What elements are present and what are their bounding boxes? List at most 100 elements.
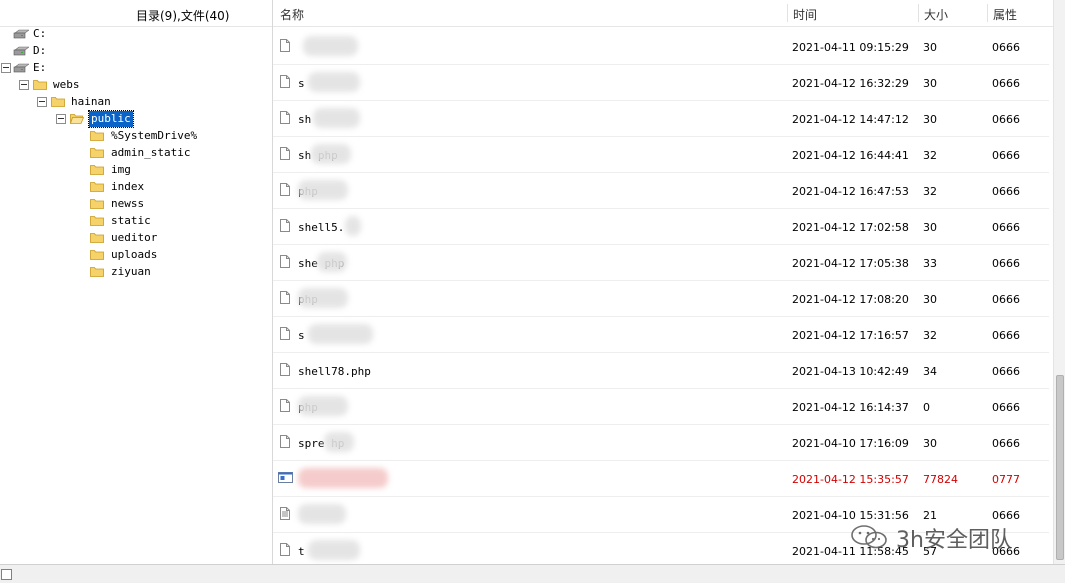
tree-header: 目录(9),文件(40) bbox=[0, 0, 272, 27]
tree-node-label: hainan bbox=[71, 95, 111, 108]
column-header-size[interactable]: 大小 bbox=[924, 6, 948, 23]
redaction-blur bbox=[303, 36, 358, 56]
file-row[interactable]: spre hp 2021-04-10 17:16:09 30 0666 bbox=[273, 424, 1049, 461]
file-size: 0 bbox=[923, 401, 930, 414]
tree-node-newss[interactable]: newss bbox=[90, 196, 200, 212]
tree-node-label: %SystemDrive% bbox=[111, 129, 198, 142]
folder-icon bbox=[90, 267, 104, 277]
collapse-toggle-icon[interactable] bbox=[19, 80, 29, 90]
file-list-pane[interactable]: 名称 时间 大小 属性 2021-04-11 09:15:29 30 0666 … bbox=[273, 0, 1065, 569]
column-divider[interactable] bbox=[787, 4, 788, 22]
tree-node-admin-static[interactable]: admin_static bbox=[90, 145, 200, 161]
file-time: 2021-04-10 17:16:09 bbox=[792, 437, 909, 450]
tree-node-drive-e[interactable]: E: bbox=[0, 60, 70, 76]
file-icon bbox=[280, 39, 290, 52]
file-icon bbox=[280, 147, 290, 160]
file-row[interactable]: php 2021-04-12 16:47:53 32 0666 bbox=[273, 172, 1049, 209]
file-attr: 0666 bbox=[992, 509, 1020, 522]
file-attr: 0666 bbox=[992, 41, 1020, 54]
redaction-blur bbox=[308, 540, 360, 560]
status-indicator-box bbox=[1, 569, 12, 580]
file-row[interactable]: shell78.php 2021-04-13 10:42:49 34 0666 bbox=[273, 352, 1049, 389]
file-size: 30 bbox=[923, 221, 937, 234]
file-time: 2021-04-13 10:42:49 bbox=[792, 365, 909, 378]
redaction-blur bbox=[345, 216, 361, 236]
file-row[interactable]: 2021-04-11 09:15:29 30 0666 bbox=[273, 28, 1049, 65]
file-icon bbox=[280, 219, 290, 232]
collapse-toggle-icon[interactable] bbox=[56, 114, 66, 124]
column-header-name[interactable]: 名称 bbox=[280, 6, 304, 23]
file-name: shell5. bbox=[298, 221, 345, 234]
tree-node-ueditor[interactable]: ueditor bbox=[90, 230, 200, 246]
folder-icon bbox=[90, 165, 104, 175]
tree-node-hainan[interactable]: hainan bbox=[36, 94, 126, 110]
tree-node-drive-c[interactable]: C: bbox=[13, 26, 73, 42]
vertical-scrollbar[interactable] bbox=[1053, 0, 1065, 564]
file-icon bbox=[280, 111, 290, 124]
file-attr: 0666 bbox=[992, 77, 1020, 90]
file-name: s bbox=[298, 77, 305, 90]
redaction-blur bbox=[308, 72, 360, 92]
tree-node-label: webs bbox=[53, 78, 80, 91]
directory-tree-pane[interactable]: 目录(9),文件(40) C: D: E: webs hainan public… bbox=[0, 0, 273, 564]
file-time: 2021-04-12 15:35:57 bbox=[792, 473, 909, 486]
file-time: 2021-04-12 17:02:58 bbox=[792, 221, 909, 234]
drive-icon bbox=[13, 63, 29, 73]
redaction-blur bbox=[298, 180, 348, 200]
file-icon bbox=[280, 183, 290, 196]
file-size: 32 bbox=[923, 329, 937, 342]
text-file-icon bbox=[280, 507, 290, 520]
tree-node-index[interactable]: index bbox=[90, 179, 200, 195]
file-size: 33 bbox=[923, 257, 937, 270]
file-row[interactable]: sh php 2021-04-12 16:44:41 32 0666 bbox=[273, 136, 1049, 173]
file-attr: 0666 bbox=[992, 185, 1020, 198]
file-row[interactable]: sh 2021-04-12 14:47:12 30 0666 bbox=[273, 100, 1049, 137]
column-divider[interactable] bbox=[918, 4, 919, 22]
redaction-blur bbox=[317, 252, 347, 272]
file-row[interactable]: php 2021-04-12 16:14:37 0 0666 bbox=[273, 388, 1049, 425]
file-row[interactable]: php 2021-04-12 17:08:20 30 0666 bbox=[273, 280, 1049, 317]
tree-node-drive-d[interactable]: D: bbox=[13, 43, 73, 59]
folder-icon bbox=[90, 250, 104, 260]
file-time: 2021-04-12 14:47:12 bbox=[792, 113, 909, 126]
tree-node-label: static bbox=[111, 214, 151, 227]
file-icon bbox=[280, 435, 290, 448]
file-list-header: 名称 时间 大小 属性 bbox=[273, 0, 1065, 27]
collapse-toggle-icon[interactable] bbox=[37, 97, 47, 107]
file-icon bbox=[280, 363, 290, 376]
tree-node-label: ueditor bbox=[111, 231, 158, 244]
file-row[interactable]: s 2021-04-12 17:16:57 32 0666 bbox=[273, 316, 1049, 353]
collapse-toggle-icon[interactable] bbox=[1, 63, 11, 73]
tree-node-systemdrive[interactable]: %SystemDrive% bbox=[90, 128, 200, 144]
file-row[interactable]: she php 2021-04-12 17:05:38 33 0666 bbox=[273, 244, 1049, 281]
folder-icon bbox=[90, 199, 104, 209]
file-row-highlighted[interactable]: 2021-04-12 15:35:57 77824 0777 bbox=[273, 460, 1049, 497]
tree-node-static[interactable]: static bbox=[90, 213, 200, 229]
redaction-blur bbox=[298, 468, 388, 488]
tree-node-ziyuan[interactable]: ziyuan bbox=[90, 264, 200, 280]
tree-node-uploads[interactable]: uploads bbox=[90, 247, 200, 263]
open-folder-icon bbox=[70, 114, 84, 124]
file-icon bbox=[280, 327, 290, 340]
tree-node-public[interactable]: public bbox=[55, 110, 145, 128]
file-attr: 0666 bbox=[992, 365, 1020, 378]
scrollbar-thumb[interactable] bbox=[1056, 375, 1064, 560]
column-divider[interactable] bbox=[987, 4, 988, 22]
file-attr: 0666 bbox=[992, 329, 1020, 342]
tree-summary: 目录(9),文件(40) bbox=[136, 9, 230, 23]
file-size: 30 bbox=[923, 41, 937, 54]
file-attr: 0777 bbox=[992, 473, 1020, 486]
file-time: 2021-04-12 17:16:57 bbox=[792, 329, 909, 342]
file-size: 77824 bbox=[923, 473, 958, 486]
file-size: 30 bbox=[923, 293, 937, 306]
status-bar bbox=[0, 564, 1065, 583]
file-time: 2021-04-12 17:08:20 bbox=[792, 293, 909, 306]
column-header-time[interactable]: 时间 bbox=[793, 6, 817, 23]
file-icon bbox=[280, 75, 290, 88]
file-row[interactable]: shell5. 2021-04-12 17:02:58 30 0666 bbox=[273, 208, 1049, 245]
tree-node-img[interactable]: img bbox=[90, 162, 200, 178]
redaction-blur bbox=[298, 396, 348, 416]
tree-node-webs[interactable]: webs bbox=[18, 77, 98, 93]
file-row[interactable]: s 2021-04-12 16:32:29 30 0666 bbox=[273, 64, 1049, 101]
column-header-attr[interactable]: 属性 bbox=[993, 6, 1017, 23]
